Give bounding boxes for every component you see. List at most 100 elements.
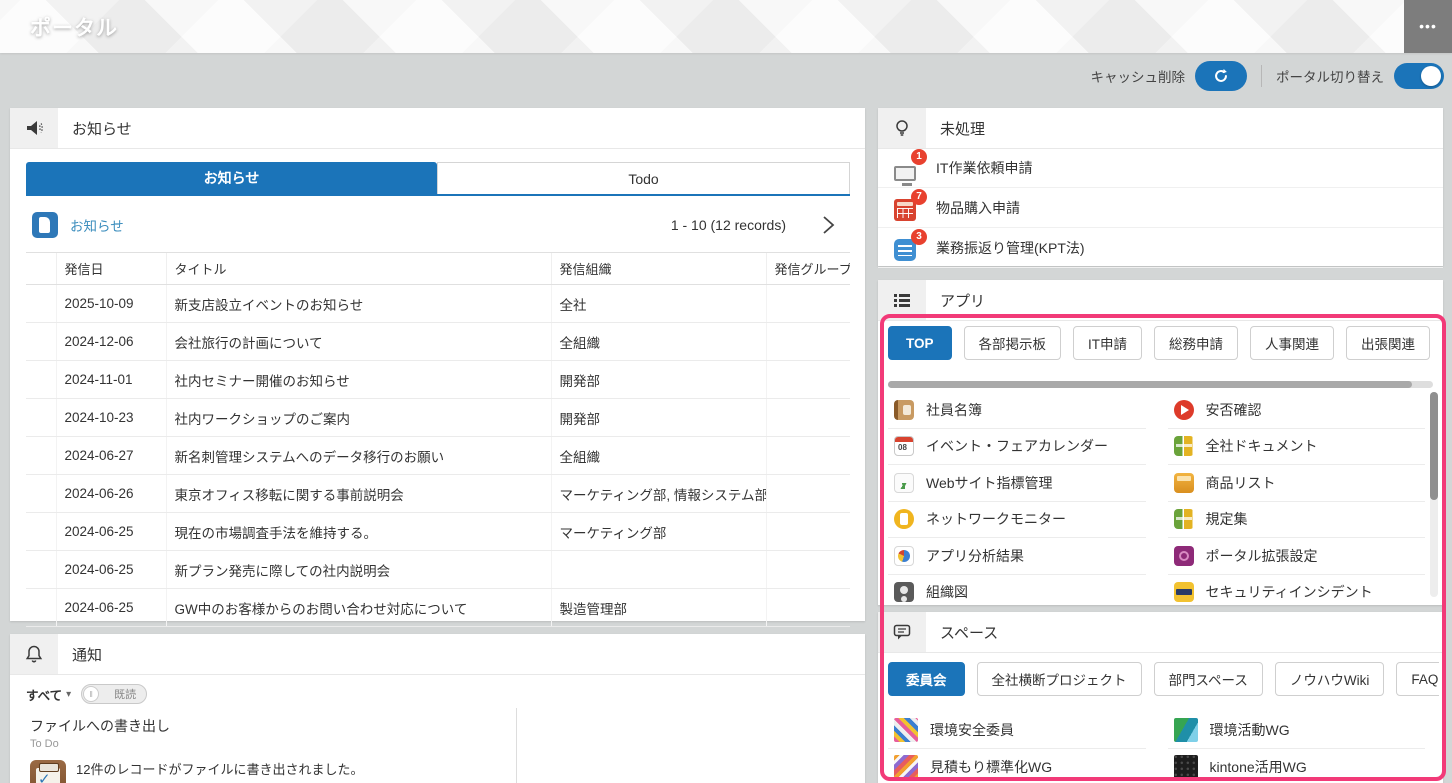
table-row[interactable]: 2024-10-23 社内ワークショップのご案内 開発部 bbox=[26, 399, 850, 437]
table-row[interactable]: 2024-06-25 現在の市場調査手法を維持する。 マーケティング部 bbox=[26, 513, 850, 551]
app-list-icon bbox=[878, 280, 926, 320]
pending-item[interactable]: 7 物品購入申請 bbox=[878, 188, 1443, 228]
spaces-category-tab[interactable]: 部門スペース bbox=[1154, 662, 1263, 696]
next-page-button[interactable] bbox=[820, 214, 850, 236]
app-label: Webサイト指標管理 bbox=[926, 473, 1053, 493]
app-icon bbox=[1174, 546, 1194, 566]
row-date: 2024-10-23 bbox=[56, 399, 166, 437]
table-row[interactable]: 2024-06-25 新プラン発売に際しての社内説明会 bbox=[26, 551, 850, 589]
app-icon bbox=[894, 546, 914, 566]
row-icon-cell bbox=[26, 437, 56, 475]
spaces-category-tab[interactable]: ノウハウWiki bbox=[1275, 662, 1385, 696]
row-title: 新プラン発売に際しての社内説明会 bbox=[166, 551, 551, 589]
col-org: 発信組織 bbox=[551, 253, 766, 285]
record-count: 1 - 10 (12 records) bbox=[671, 217, 786, 233]
pending-item[interactable]: 3 業務振返り管理(KPT法) bbox=[878, 228, 1443, 268]
apps-category-tab[interactable]: IT申請 bbox=[1073, 326, 1142, 360]
row-title: 新名刺管理システムへのデータ移行のお願い bbox=[166, 437, 551, 475]
speech-bubble-icon bbox=[878, 612, 926, 652]
app-label: ポータル拡張設定 bbox=[1206, 546, 1318, 566]
app-list-item[interactable]: 安否確認 bbox=[1168, 392, 1426, 429]
portal-switch-toggle[interactable] bbox=[1394, 63, 1444, 89]
tab-todo[interactable]: Todo bbox=[437, 162, 850, 194]
row-org: マーケティング部 bbox=[551, 513, 766, 551]
row-icon-cell bbox=[26, 475, 56, 513]
portal-menu-button[interactable]: ••• bbox=[1404, 0, 1452, 53]
notification-text: 12件のレコードがファイルに書き出されました。 bbox=[76, 760, 406, 780]
pending-app-icon: 7 bbox=[894, 195, 920, 221]
row-date: 2024-12-06 bbox=[56, 323, 166, 361]
row-date: 2025-10-09 bbox=[56, 285, 166, 323]
announcements-applink-row: お知らせ 1 - 10 (12 records) bbox=[26, 205, 850, 245]
megaphone-icon bbox=[10, 108, 58, 148]
table-row[interactable]: 2025-10-09 新支店設立イベントのお知らせ 全社 bbox=[26, 285, 850, 323]
notification-item[interactable]: 12件のレコードがファイルに書き出されました。 bbox=[30, 760, 516, 783]
apps-panel: アプリ TOP 各部掲示板 IT申請 総務申請 人事関連 出張関連 その他 bbox=[878, 280, 1443, 605]
app-list-item[interactable]: セキュリティインシデント bbox=[1168, 575, 1426, 606]
app-list-item[interactable]: ポータル拡張設定 bbox=[1168, 538, 1426, 575]
table-row[interactable]: 2024-06-26 東京オフィス移転に関する事前説明会 マーケティング部, 情… bbox=[26, 475, 850, 513]
apps-list-scrollbar-thumb[interactable] bbox=[1430, 392, 1438, 500]
space-label: 見積もり標準化WG bbox=[930, 757, 1052, 777]
table-row[interactable]: 2024-06-25 GW中のお客様からのお問い合わせ対応について 製造管理部 bbox=[26, 589, 850, 627]
row-title: 社内セミナー開催のお知らせ bbox=[166, 361, 551, 399]
space-list-item[interactable]: 環境活動WG bbox=[1168, 712, 1426, 749]
apps-category-tab[interactable]: TOP bbox=[888, 326, 952, 360]
space-list-item[interactable]: 見積もり標準化WG bbox=[888, 749, 1146, 783]
table-row[interactable]: 2024-06-27 新名刺管理システムへのデータ移行のお願い 全組織 bbox=[26, 437, 850, 475]
apps-category-tab[interactable]: 各部掲示板 bbox=[964, 326, 1062, 360]
read-toggle-knob: ‖ bbox=[83, 686, 99, 702]
unread-count-badge: 1 bbox=[911, 149, 927, 165]
announcement-app-link[interactable]: お知らせ bbox=[70, 215, 124, 235]
app-label: 商品リスト bbox=[1206, 473, 1276, 493]
apps-list-scrollbar[interactable] bbox=[1430, 392, 1438, 597]
apps-category-tab[interactable]: 人事関連 bbox=[1250, 326, 1334, 360]
apps-tabs-scrollbar-thumb[interactable] bbox=[888, 381, 1412, 388]
apps-category-tab[interactable]: 出張関連 bbox=[1346, 326, 1430, 360]
row-date: 2024-06-25 bbox=[56, 551, 166, 589]
app-icon bbox=[1174, 509, 1194, 529]
apps-category-tabs: TOP 各部掲示板 IT申請 総務申請 人事関連 出張関連 その他 bbox=[888, 326, 1439, 362]
lightbulb-icon bbox=[878, 108, 926, 148]
table-row[interactable]: 2024-11-01 社内セミナー開催のお知らせ 開発部 bbox=[26, 361, 850, 399]
row-date: 2024-11-01 bbox=[56, 361, 166, 399]
announcements-table: 発信日 タイトル 発信組織 発信グループ 2025-10-09 新支店設立イベン… bbox=[26, 252, 850, 627]
cache-refresh-button[interactable] bbox=[1195, 61, 1247, 91]
unread-count-badge: 3 bbox=[911, 229, 927, 245]
row-group bbox=[766, 589, 850, 627]
table-row[interactable]: 2024-12-06 会社旅行の計画について 全組織 bbox=[26, 323, 850, 361]
filter-dropdown[interactable]: すべて bbox=[26, 685, 62, 704]
toggle-knob bbox=[1421, 66, 1441, 86]
read-toggle[interactable]: ‖ 既読 bbox=[81, 684, 147, 704]
spaces-category-tab[interactable]: 全社横断プロジェクト bbox=[977, 662, 1142, 696]
app-list-item[interactable]: アプリ分析結果 bbox=[888, 538, 1146, 575]
app-list-item[interactable]: 全社ドキュメント bbox=[1168, 429, 1426, 466]
app-list-item[interactable]: 社員名簿 bbox=[888, 392, 1146, 429]
space-list-item[interactable]: kintone活用WG bbox=[1168, 749, 1426, 783]
spaces-list: 環境安全委員 環境活動WG 見積もり標準化WG kintone活用WG bbox=[888, 712, 1425, 783]
app-list-item[interactable]: ネットワークモニター bbox=[888, 502, 1146, 539]
todo-clipboard-icon bbox=[30, 760, 66, 783]
app-list-item[interactable]: 組織図 bbox=[888, 575, 1146, 606]
spaces-category-tabs: 委員会 全社横断プロジェクト 部門スペース ノウハウWiki FAQ bbox=[888, 662, 1439, 698]
apps-title: アプリ bbox=[940, 290, 985, 311]
apps-tabs-scrollbar[interactable] bbox=[888, 381, 1433, 388]
app-list-item[interactable]: 規定集 bbox=[1168, 502, 1426, 539]
spaces-category-tab[interactable]: FAQ bbox=[1396, 662, 1439, 696]
app-icon bbox=[894, 582, 914, 602]
space-label: 環境活動WG bbox=[1210, 720, 1290, 740]
app-list-item[interactable]: 商品リスト bbox=[1168, 465, 1426, 502]
tab-announcements[interactable]: お知らせ bbox=[26, 162, 437, 194]
pending-header: 未処理 bbox=[878, 108, 1443, 149]
space-list-item[interactable]: 環境安全委員 bbox=[888, 712, 1146, 749]
app-list-item[interactable]: Webサイト指標管理 bbox=[888, 465, 1146, 502]
pending-item-label: IT作業依頼申請 bbox=[936, 158, 1032, 178]
page-title: ポータル bbox=[30, 12, 118, 42]
apps-category-tab[interactable]: 総務申請 bbox=[1154, 326, 1238, 360]
spaces-header: スペース bbox=[878, 612, 1443, 653]
row-icon-cell bbox=[26, 551, 56, 589]
pending-item[interactable]: 1 IT作業依頼申請 bbox=[878, 148, 1443, 188]
spaces-category-tab[interactable]: 委員会 bbox=[888, 662, 965, 696]
row-org: 製造管理部 bbox=[551, 589, 766, 627]
app-list-item[interactable]: イベント・フェアカレンダー bbox=[888, 429, 1146, 466]
